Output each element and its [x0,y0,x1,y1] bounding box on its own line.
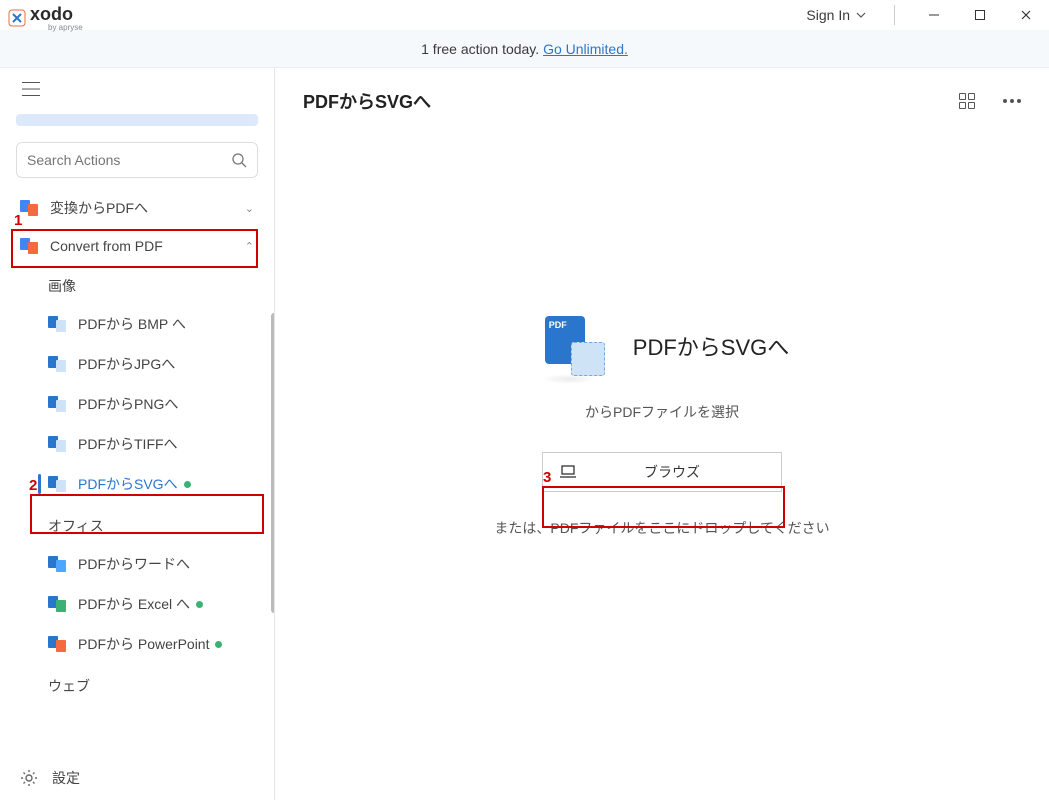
convert-icon [20,200,38,216]
settings-button[interactable]: 設定 [0,755,274,800]
sidebar-item-pdf-to-jpg[interactable]: PDFからJPGへ [0,344,274,384]
settings-label: 設定 [52,768,80,788]
subheader-images: 画像 [0,264,274,304]
gear-icon [20,769,38,787]
status-dot [184,481,191,488]
scrollbar[interactable] [271,313,274,613]
file-icon [48,396,66,412]
search-input-wrap[interactable] [16,142,258,178]
hamburger-icon [22,82,40,96]
file-icon [48,316,66,332]
svg-icon [571,342,605,376]
subheader-web: ウェブ [0,664,274,704]
status-dot [196,601,203,608]
more-button[interactable] [1003,99,1021,103]
subheader-office: オフィス [0,504,274,544]
drop-text: または、PDFファイルをここにドロップしてください [494,518,829,538]
convert-icon [20,238,38,254]
group-label: Convert from PDF [50,238,163,254]
search-input[interactable] [27,152,231,168]
sidebar-item-label: PDFからSVGへ [78,474,178,494]
status-dot [215,641,222,648]
promo-banner: 1 free action today. Go Unlimited. [0,30,1049,68]
sidebar-item-label: PDFからJPGへ [78,354,175,374]
sidebar-nav: 変換からPDFへ ⌄ Convert from PDF ⌃ 画像 PDFから B… [0,188,274,755]
hero: PDF PDFからSVGへ [535,316,789,376]
signin-label: Sign In [806,7,850,23]
browse-label: ブラウズ [593,462,781,482]
sidebar-item-pdf-to-tiff[interactable]: PDFからTIFFへ [0,424,274,464]
logo-sub: by apryse [48,23,83,32]
signin-button[interactable]: Sign In [794,1,878,29]
file-icon [48,356,66,372]
titlebar: xodo by apryse Sign In [0,0,1049,30]
window-controls [911,0,1049,30]
content-actions [959,93,1021,109]
select-text: からPDFファイルを選択 [585,402,739,422]
sidebar-item-pdf-to-svg[interactable]: PDFからSVGへ [0,464,274,504]
sidebar-item-pdf-to-bmp[interactable]: PDFから BMP へ [0,304,274,344]
page-title: PDFからSVGへ [303,88,431,114]
hero-icon: PDF [535,316,615,376]
logo-text: xodo [30,4,73,24]
go-unlimited-link[interactable]: Go Unlimited. [543,41,628,57]
divider [894,5,895,25]
file-icon [48,636,66,652]
drop-area[interactable]: PDF PDFからSVGへ からPDFファイルを選択 ブラウズ または、PDFフ… [275,134,1049,800]
hero-title: PDFからSVGへ [633,330,789,362]
sidebar-item-label: PDFから BMP へ [78,314,186,334]
sidebar-group-convert-to[interactable]: 変換からPDFへ ⌄ [0,188,274,228]
grid-view-button[interactable] [959,93,975,109]
sidebar: 変換からPDFへ ⌄ Convert from PDF ⌃ 画像 PDFから B… [0,68,275,800]
content-header: PDFからSVGへ [275,68,1049,134]
logo-icon [8,9,26,27]
logo: xodo by apryse [0,0,91,36]
chevron-down-icon [856,12,866,18]
sidebar-group-convert-from[interactable]: Convert from PDF ⌃ [0,228,274,264]
chevron-down-icon: ⌄ [245,202,254,215]
search-icon [231,152,247,168]
sidebar-item-pdf-to-powerpoint[interactable]: PDFから PowerPoint [0,624,274,664]
group-label: 変換からPDFへ [50,198,148,218]
sidebar-item-pdf-to-png[interactable]: PDFからPNGへ [0,384,274,424]
browse-button[interactable]: ブラウズ [542,452,782,492]
file-icon [48,436,66,452]
file-icon [48,556,66,572]
sidebar-blue-strip [16,114,258,126]
sidebar-item-pdf-to-word[interactable]: PDFからワードへ [0,544,274,584]
maximize-button[interactable] [957,0,1003,30]
minimize-button[interactable] [911,0,957,30]
sidebar-item-label: PDFからTIFFへ [78,434,178,454]
sidebar-item-label: PDFから Excel へ [78,594,190,614]
sidebar-item-label: PDFからワードへ [78,554,190,574]
chevron-up-icon: ⌃ [245,240,254,253]
main: 変換からPDFへ ⌄ Convert from PDF ⌃ 画像 PDFから B… [0,68,1049,800]
sidebar-item-label: PDFから PowerPoint [78,634,209,654]
laptop-icon [543,465,593,479]
titlebar-right: Sign In [794,0,1049,30]
banner-text: 1 free action today. [421,41,539,57]
file-icon [48,476,66,492]
hamburger-button[interactable] [0,68,274,106]
file-icon [48,596,66,612]
sidebar-item-label: PDFからPNGへ [78,394,178,414]
content: PDFからSVGへ PDF PDFからSVGへ からPDFファイルを選択 ブラウ… [275,68,1049,800]
close-button[interactable] [1003,0,1049,30]
sidebar-item-pdf-to-excel[interactable]: PDFから Excel へ [0,584,274,624]
